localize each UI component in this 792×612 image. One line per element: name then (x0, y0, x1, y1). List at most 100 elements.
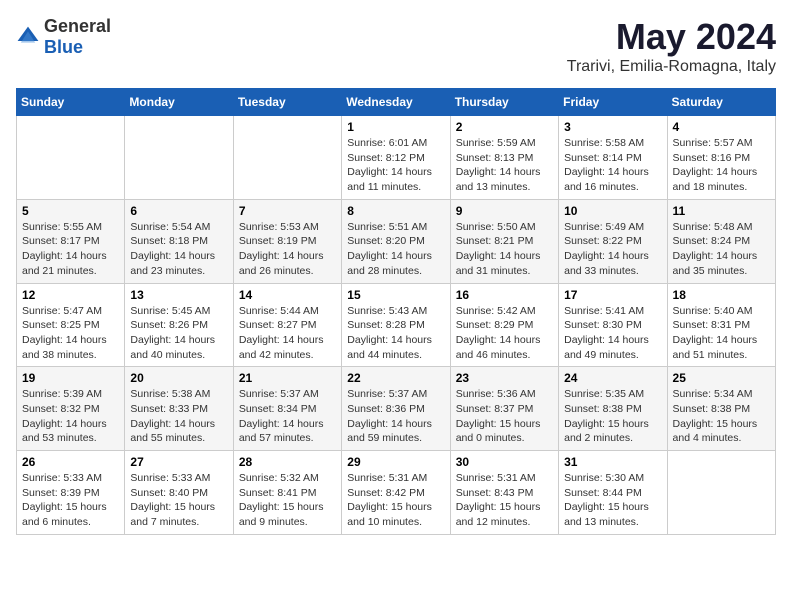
title-block: May 2024 Trarivi, Emilia-Romagna, Italy (567, 16, 776, 76)
calendar-table: SundayMondayTuesdayWednesdayThursdayFrid… (16, 88, 776, 535)
day-number: 28 (239, 455, 336, 469)
calendar-day-cell (233, 116, 341, 200)
calendar-day-cell: 7 Sunrise: 5:53 AMSunset: 8:19 PMDaylight… (233, 199, 341, 283)
logo-icon (16, 25, 40, 49)
calendar-day-cell: 9 Sunrise: 5:50 AMSunset: 8:21 PMDaylight… (450, 199, 558, 283)
calendar-day-cell: 21 Sunrise: 5:37 AMSunset: 8:34 PMDayligh… (233, 367, 341, 451)
day-info: Sunrise: 5:43 AMSunset: 8:28 PMDaylight:… (347, 304, 444, 363)
day-number: 13 (130, 288, 227, 302)
day-info: Sunrise: 5:42 AMSunset: 8:29 PMDaylight:… (456, 304, 553, 363)
calendar-day-cell: 22 Sunrise: 5:37 AMSunset: 8:36 PMDayligh… (342, 367, 450, 451)
day-number: 1 (347, 120, 444, 134)
day-info: Sunrise: 5:37 AMSunset: 8:34 PMDaylight:… (239, 387, 336, 446)
calendar-day-cell: 24Sunrise: 5:35 AMSunset: 8:38 PMDayligh… (559, 367, 667, 451)
day-number: 9 (456, 204, 553, 218)
weekday-header-cell: Friday (559, 89, 667, 116)
day-number: 23 (456, 371, 553, 385)
calendar-day-cell: 6 Sunrise: 5:54 AMSunset: 8:18 PMDaylight… (125, 199, 233, 283)
day-info: Sunrise: 5:47 AMSunset: 8:25 PMDaylight:… (22, 304, 119, 363)
calendar-day-cell (667, 451, 775, 535)
calendar-day-cell: 30 Sunrise: 5:31 AMSunset: 8:43 PMDayligh… (450, 451, 558, 535)
calendar-day-cell: 18 Sunrise: 5:40 AMSunset: 8:31 PMDayligh… (667, 283, 775, 367)
day-number: 11 (673, 204, 770, 218)
day-info: Sunrise: 5:55 AMSunset: 8:17 PMDaylight:… (22, 220, 119, 279)
day-number: 3 (564, 120, 661, 134)
calendar-week-row: 5 Sunrise: 5:55 AMSunset: 8:17 PMDaylight… (17, 199, 776, 283)
calendar-week-row: 1 Sunrise: 6:01 AMSunset: 8:12 PMDaylight… (17, 116, 776, 200)
day-number: 19 (22, 371, 119, 385)
day-number: 20 (130, 371, 227, 385)
weekday-header-cell: Tuesday (233, 89, 341, 116)
day-info: Sunrise: 5:39 AMSunset: 8:32 PMDaylight:… (22, 387, 119, 446)
calendar-day-cell: 14 Sunrise: 5:44 AMSunset: 8:27 PMDayligh… (233, 283, 341, 367)
calendar-day-cell: 8 Sunrise: 5:51 AMSunset: 8:20 PMDaylight… (342, 199, 450, 283)
day-number: 5 (22, 204, 119, 218)
calendar-day-cell: 12 Sunrise: 5:47 AMSunset: 8:25 PMDayligh… (17, 283, 125, 367)
day-info: Sunrise: 5:44 AMSunset: 8:27 PMDaylight:… (239, 304, 336, 363)
weekday-header-cell: Sunday (17, 89, 125, 116)
day-number: 27 (130, 455, 227, 469)
day-info: Sunrise: 5:40 AMSunset: 8:31 PMDaylight:… (673, 304, 770, 363)
day-number: 21 (239, 371, 336, 385)
day-info: Sunrise: 5:53 AMSunset: 8:19 PMDaylight:… (239, 220, 336, 279)
calendar-day-cell: 4Sunrise: 5:57 AMSunset: 8:16 PMDaylight… (667, 116, 775, 200)
calendar-week-row: 26Sunrise: 5:33 AMSunset: 8:39 PMDayligh… (17, 451, 776, 535)
location-subtitle: Trarivi, Emilia-Romagna, Italy (567, 58, 776, 76)
day-info: Sunrise: 5:31 AMSunset: 8:43 PMDaylight:… (456, 471, 553, 530)
calendar-day-cell: 29 Sunrise: 5:31 AMSunset: 8:42 PMDayligh… (342, 451, 450, 535)
calendar-day-cell: 28 Sunrise: 5:32 AMSunset: 8:41 PMDayligh… (233, 451, 341, 535)
day-info: Sunrise: 6:01 AMSunset: 8:12 PMDaylight:… (347, 136, 444, 195)
day-number: 12 (22, 288, 119, 302)
day-info: Sunrise: 5:32 AMSunset: 8:41 PMDaylight:… (239, 471, 336, 530)
day-number: 14 (239, 288, 336, 302)
weekday-header-row: SundayMondayTuesdayWednesdayThursdayFrid… (17, 89, 776, 116)
day-info: Sunrise: 5:51 AMSunset: 8:20 PMDaylight:… (347, 220, 444, 279)
day-info: Sunrise: 5:50 AMSunset: 8:21 PMDaylight:… (456, 220, 553, 279)
day-number: 24 (564, 371, 661, 385)
day-info: Sunrise: 5:48 AMSunset: 8:24 PMDaylight:… (673, 220, 770, 279)
day-info: Sunrise: 5:49 AMSunset: 8:22 PMDaylight:… (564, 220, 661, 279)
calendar-day-cell (17, 116, 125, 200)
day-info: Sunrise: 5:31 AMSunset: 8:42 PMDaylight:… (347, 471, 444, 530)
day-number: 30 (456, 455, 553, 469)
calendar-day-cell: 23 Sunrise: 5:36 AMSunset: 8:37 PMDayligh… (450, 367, 558, 451)
calendar-day-cell: 5 Sunrise: 5:55 AMSunset: 8:17 PMDaylight… (17, 199, 125, 283)
weekday-header-cell: Monday (125, 89, 233, 116)
day-number: 25 (673, 371, 770, 385)
logo-blue-text: Blue (44, 37, 83, 57)
day-info: Sunrise: 5:45 AMSunset: 8:26 PMDaylight:… (130, 304, 227, 363)
calendar-week-row: 12 Sunrise: 5:47 AMSunset: 8:25 PMDayligh… (17, 283, 776, 367)
day-info: Sunrise: 5:59 AMSunset: 8:13 PMDaylight:… (456, 136, 553, 195)
logo: General Blue (16, 16, 111, 58)
calendar-day-cell: 13 Sunrise: 5:45 AMSunset: 8:26 PMDayligh… (125, 283, 233, 367)
day-number: 15 (347, 288, 444, 302)
month-year-title: May 2024 (567, 16, 776, 58)
day-info: Sunrise: 5:54 AMSunset: 8:18 PMDaylight:… (130, 220, 227, 279)
day-info: Sunrise: 5:38 AMSunset: 8:33 PMDaylight:… (130, 387, 227, 446)
day-number: 8 (347, 204, 444, 218)
day-info: Sunrise: 5:34 AMSunset: 8:38 PMDaylight:… (673, 387, 770, 446)
calendar-day-cell: 11 Sunrise: 5:48 AMSunset: 8:24 PMDayligh… (667, 199, 775, 283)
calendar-day-cell (125, 116, 233, 200)
day-number: 2 (456, 120, 553, 134)
day-number: 4 (673, 120, 770, 134)
calendar-day-cell: 27 Sunrise: 5:33 AMSunset: 8:40 PMDayligh… (125, 451, 233, 535)
day-number: 18 (673, 288, 770, 302)
day-number: 7 (239, 204, 336, 218)
weekday-header-cell: Wednesday (342, 89, 450, 116)
calendar-day-cell: 17Sunrise: 5:41 AMSunset: 8:30 PMDayligh… (559, 283, 667, 367)
calendar-week-row: 19 Sunrise: 5:39 AMSunset: 8:32 PMDayligh… (17, 367, 776, 451)
day-number: 29 (347, 455, 444, 469)
weekday-header-cell: Thursday (450, 89, 558, 116)
calendar-day-cell: 20 Sunrise: 5:38 AMSunset: 8:33 PMDayligh… (125, 367, 233, 451)
day-number: 22 (347, 371, 444, 385)
calendar-day-cell: 31Sunrise: 5:30 AMSunset: 8:44 PMDayligh… (559, 451, 667, 535)
calendar-day-cell: 10Sunrise: 5:49 AMSunset: 8:22 PMDayligh… (559, 199, 667, 283)
page-header: General Blue May 2024 Trarivi, Emilia-Ro… (16, 16, 776, 76)
day-info: Sunrise: 5:33 AMSunset: 8:39 PMDaylight:… (22, 471, 119, 530)
calendar-day-cell: 15 Sunrise: 5:43 AMSunset: 8:28 PMDayligh… (342, 283, 450, 367)
day-info: Sunrise: 5:37 AMSunset: 8:36 PMDaylight:… (347, 387, 444, 446)
day-info: Sunrise: 5:33 AMSunset: 8:40 PMDaylight:… (130, 471, 227, 530)
day-info: Sunrise: 5:36 AMSunset: 8:37 PMDaylight:… (456, 387, 553, 446)
day-number: 6 (130, 204, 227, 218)
